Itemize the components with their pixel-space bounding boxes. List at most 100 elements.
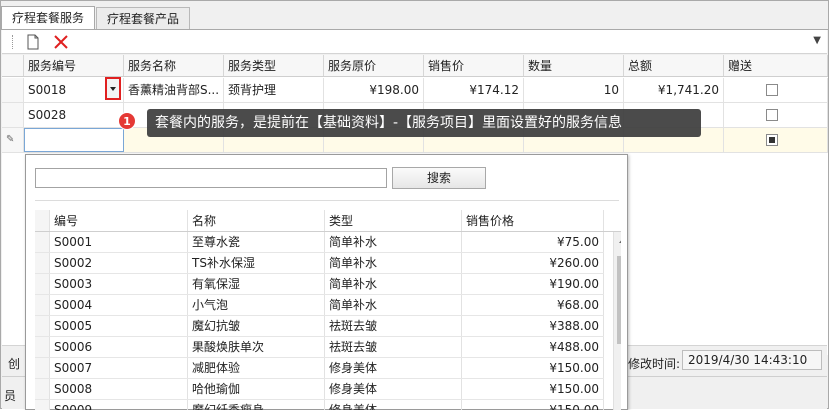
row-indicator (2, 78, 24, 102)
col-price[interactable]: 销售价格 (462, 210, 604, 231)
cell-quantity[interactable]: 10 (524, 78, 624, 102)
row-indicator (35, 232, 50, 252)
list-item[interactable]: S0004 小气泡 简单补水 ¥68.00 (35, 295, 604, 316)
tab-package-products[interactable]: 疗程套餐产品 (96, 7, 191, 29)
created-label: 创 (8, 357, 21, 371)
list-item[interactable]: S0001 至尊水瓷 简单补水 ¥75.00 (35, 232, 604, 253)
modified-time-label: 修改时间: (628, 357, 681, 371)
table-row[interactable]: S0018 香薰精油背部S... 颈背护理 ¥198.00 ¥174.12 10… (2, 78, 828, 103)
cell-gift[interactable] (724, 78, 828, 102)
row-indicator-header (2, 55, 24, 76)
row-indicator (35, 379, 50, 399)
col-code[interactable]: 编号 (50, 210, 188, 231)
toolbar-grip (12, 35, 13, 49)
cell-name[interactable]: TS补水保湿 (188, 253, 325, 273)
cell-price[interactable]: ¥75.00 (462, 232, 604, 252)
row-indicator (35, 316, 50, 336)
service-picker-grid: 编号 名称 类型 销售价格 S0001 至尊水瓷 简单补水 ¥75.00 S0002 TS… (35, 210, 621, 410)
cell-type[interactable]: 祛斑去皱 (325, 337, 462, 357)
tab-package-services[interactable]: 疗程套餐服务 (1, 6, 96, 30)
col-service-name[interactable]: 服务名称 (124, 55, 224, 76)
col-name[interactable]: 名称 (188, 210, 325, 231)
cell-type[interactable]: 修身美体 (325, 379, 462, 399)
list-item[interactable]: S0007 减肥体验 修身美体 ¥150.00 (35, 358, 604, 379)
cell-code[interactable]: S0005 (50, 316, 188, 336)
row-indicator (35, 274, 50, 294)
cell-name[interactable]: 香薰精油背部S... (124, 78, 224, 102)
cell-type[interactable]: 祛斑去皱 (325, 316, 462, 336)
cell-price[interactable]: ¥388.00 (462, 316, 604, 336)
cell-code[interactable]: S0004 (50, 295, 188, 315)
cell-type[interactable]: 简单补水 (325, 295, 462, 315)
modified-time-field: 2019/4/30 14:43:10 (682, 350, 822, 370)
new-document-icon[interactable] (24, 33, 42, 51)
gift-checkbox[interactable] (766, 109, 778, 121)
row-indicator (35, 337, 50, 357)
cell-name[interactable]: 有氧保湿 (188, 274, 325, 294)
cell-name[interactable]: 减肥体验 (188, 358, 325, 378)
col-total[interactable]: 总额 (624, 55, 724, 76)
col-sale-price[interactable]: 销售价 (424, 55, 524, 76)
col-original-price[interactable]: 服务原价 (324, 55, 424, 76)
gift-checkbox[interactable] (766, 84, 778, 96)
cell-code[interactable]: S0001 (50, 232, 188, 252)
cell-gift[interactable] (724, 103, 828, 127)
cell-price[interactable]: ¥150.00 (462, 379, 604, 399)
cell-code[interactable]: S0006 (50, 337, 188, 357)
row-indicator (35, 295, 50, 315)
cell-type[interactable]: 简单补水 (325, 232, 462, 252)
col-service-code[interactable]: 服务编号 (24, 55, 124, 76)
vertical-scrollbar[interactable] (613, 232, 621, 410)
popup-divider (35, 200, 619, 201)
service-dropdown-button[interactable] (105, 77, 121, 100)
cell-price[interactable]: ¥190.00 (462, 274, 604, 294)
col-quantity[interactable]: 数量 (524, 55, 624, 76)
cell-name[interactable]: 哈他瑜伽 (188, 379, 325, 399)
cell-name[interactable]: 至尊水瓷 (188, 232, 325, 252)
picker-header: 编号 名称 类型 销售价格 (35, 210, 621, 232)
toolbar: ▼ (2, 30, 827, 54)
cell-original-price[interactable]: ¥198.00 (324, 78, 424, 102)
bottom-label: 员 (4, 389, 17, 403)
cell-code[interactable]: S0003 (50, 274, 188, 294)
delete-x-icon[interactable] (52, 33, 70, 51)
list-item[interactable]: S0008 哈他瑜伽 修身美体 ¥150.00 (35, 379, 604, 400)
scrollbar-thumb[interactable] (617, 256, 621, 344)
tooltip: 套餐内的服务，是提前在【基础资料】-【服务项目】里面设置好的服务信息 (147, 109, 701, 137)
step-badge: 1 (118, 112, 136, 130)
cell-price[interactable]: ¥260.00 (462, 253, 604, 273)
col-gift[interactable]: 赠送 (724, 55, 828, 76)
list-item[interactable]: S0005 魔幻抗皱 祛斑去皱 ¥388.00 (35, 316, 604, 337)
cell-sale-price[interactable]: ¥174.12 (424, 78, 524, 102)
scroll-up-arrow-icon[interactable] (619, 238, 621, 243)
cell-code-editor[interactable] (24, 128, 124, 152)
col-service-type[interactable]: 服务类型 (224, 55, 324, 76)
cell-type[interactable]: 简单补水 (325, 274, 462, 294)
cell-code[interactable]: S0008 (50, 379, 188, 399)
gift-checkbox[interactable] (766, 134, 778, 146)
cell-price[interactable]: ¥488.00 (462, 337, 604, 357)
search-input[interactable] (35, 168, 387, 188)
cell-code[interactable]: S0028 (24, 103, 124, 127)
cell-code[interactable]: S0007 (50, 358, 188, 378)
cell-code[interactable]: S0002 (50, 253, 188, 273)
cell-name[interactable]: 魔幻抗皱 (188, 316, 325, 336)
list-item[interactable]: S0003 有氧保湿 简单补水 ¥190.00 (35, 274, 604, 295)
cell-price[interactable]: ¥68.00 (462, 295, 604, 315)
cell-name[interactable]: 小气泡 (188, 295, 325, 315)
cell-price[interactable]: ¥150.00 (462, 358, 604, 378)
cell-type[interactable]: 修身美体 (325, 358, 462, 378)
list-item[interactable]: S0006 果酸焕肤单次 祛斑去皱 ¥488.00 (35, 337, 604, 358)
row-indicator-header (35, 210, 50, 231)
chevron-down-icon[interactable]: ▼ (813, 35, 821, 46)
cell-total[interactable]: ¥1,741.20 (624, 78, 724, 102)
list-item[interactable]: S0002 TS补水保湿 简单补水 ¥260.00 (35, 253, 604, 274)
cell-gift[interactable] (724, 128, 828, 152)
cell-type[interactable]: 颈背护理 (224, 78, 324, 102)
cell-name[interactable]: 果酸焕肤单次 (188, 337, 325, 357)
tab-strip: 疗程套餐服务 疗程套餐产品 (1, 6, 191, 30)
search-button[interactable]: 搜索 (392, 167, 486, 189)
cell-type[interactable]: 简单补水 (325, 253, 462, 273)
col-type[interactable]: 类型 (325, 210, 462, 231)
edit-pencil-icon: ✎ (2, 128, 24, 152)
